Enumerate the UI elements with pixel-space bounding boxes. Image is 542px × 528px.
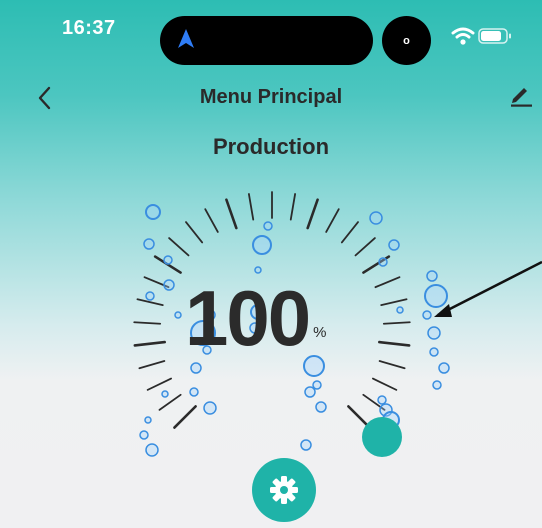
gauge-tick (168, 237, 190, 257)
gauge-knob[interactable] (362, 417, 402, 457)
bubble (388, 239, 400, 251)
gauge-tick (306, 198, 319, 230)
gauge-tick (204, 208, 219, 233)
bubble (163, 279, 175, 291)
bubble (203, 401, 217, 415)
bubble (315, 401, 327, 413)
bubble (189, 387, 199, 397)
bubble (304, 386, 316, 398)
gauge-tick (158, 393, 182, 411)
bubble (377, 395, 387, 405)
gauge-tick (354, 237, 376, 257)
bubble (427, 326, 441, 340)
gauge-tick (247, 193, 255, 221)
bubble (424, 284, 448, 308)
bubble (143, 238, 155, 250)
gear-icon (270, 476, 298, 504)
gauge-readout: 100 % (185, 268, 385, 368)
bubble (139, 430, 149, 440)
gauge-tick (347, 405, 371, 429)
bubble (432, 380, 442, 390)
gauge-tick (133, 340, 166, 347)
bubble (252, 235, 272, 255)
bubble (163, 255, 173, 265)
gauge-value: 100 (185, 274, 311, 362)
bubble (300, 439, 312, 451)
gauge-tick (146, 377, 172, 391)
bubble (263, 221, 273, 231)
bubble (426, 270, 438, 282)
gauge-tick (289, 193, 297, 221)
gauge-tick (340, 221, 359, 244)
bubble (422, 310, 432, 320)
gauge-tick (325, 208, 340, 233)
bubble (144, 416, 152, 424)
gauge-unit: % (313, 324, 327, 341)
bubble (174, 311, 182, 319)
gauge-tick (133, 321, 162, 325)
gauge-tick (382, 321, 411, 325)
pointer-arrow (437, 260, 542, 317)
bubble (438, 362, 450, 374)
bubble (145, 291, 155, 301)
bubble (161, 390, 169, 398)
gauge-tick (185, 221, 204, 244)
app-screen: 16:37 o Menu Principal Production 100 % (0, 0, 542, 528)
bubble (145, 204, 161, 220)
gauge-tick (372, 377, 398, 391)
gauge-tick (173, 405, 197, 429)
bubble (378, 257, 388, 267)
gauge-tick (225, 198, 238, 230)
bubble (369, 211, 383, 225)
bubble (145, 443, 159, 457)
bubble (396, 306, 404, 314)
bubble (429, 347, 439, 357)
settings-button[interactable] (252, 458, 316, 522)
production-gauge (133, 191, 542, 457)
gauge-tick (138, 360, 166, 370)
bubble (312, 380, 322, 390)
